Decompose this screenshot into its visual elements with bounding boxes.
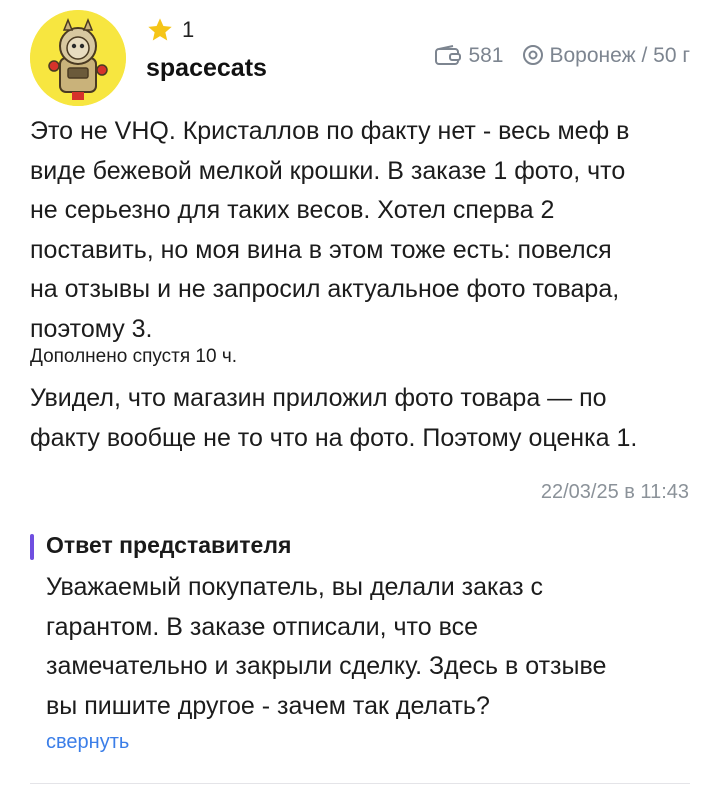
star-icon bbox=[148, 18, 172, 41]
collapse-link[interactable]: свернуть bbox=[46, 731, 129, 754]
review-body-text: Это не VHQ. Кристаллов по факту нет - ве… bbox=[30, 117, 630, 343]
username[interactable]: spacecats bbox=[146, 54, 267, 83]
user-rating: 1 bbox=[146, 16, 194, 44]
reply-accent-bar bbox=[30, 534, 34, 560]
location-text: Воронеж / 50 г bbox=[549, 44, 691, 67]
divider bbox=[30, 783, 690, 784]
review-meta: 581 Воронеж / 50 г bbox=[434, 44, 690, 68]
cat-astronaut-avatar-icon bbox=[30, 10, 126, 106]
location-group: Воронеж / 50 г bbox=[522, 44, 691, 68]
deals-count: 581 bbox=[468, 44, 504, 67]
review-header: 1 spacecats 581 Воронеж / 50 г bbox=[30, 10, 690, 110]
reply-text: Уважаемый покупатель, вы делали заказ с … bbox=[46, 573, 607, 720]
reply-title: Ответ представителя bbox=[46, 532, 292, 558]
wallet-icon bbox=[435, 45, 462, 65]
user-avatar[interactable] bbox=[30, 10, 126, 106]
addendum-text: Увидел, что магазин приложил фото товара… bbox=[30, 384, 638, 452]
rating-count: 1 bbox=[182, 17, 195, 42]
addendum-label: Дополнено спустя 10 ч. bbox=[30, 346, 238, 367]
review-date: 22/03/25 в 11:43 bbox=[540, 481, 689, 503]
deals-count-group: 581 bbox=[434, 44, 504, 68]
location-pin-icon bbox=[522, 45, 543, 65]
